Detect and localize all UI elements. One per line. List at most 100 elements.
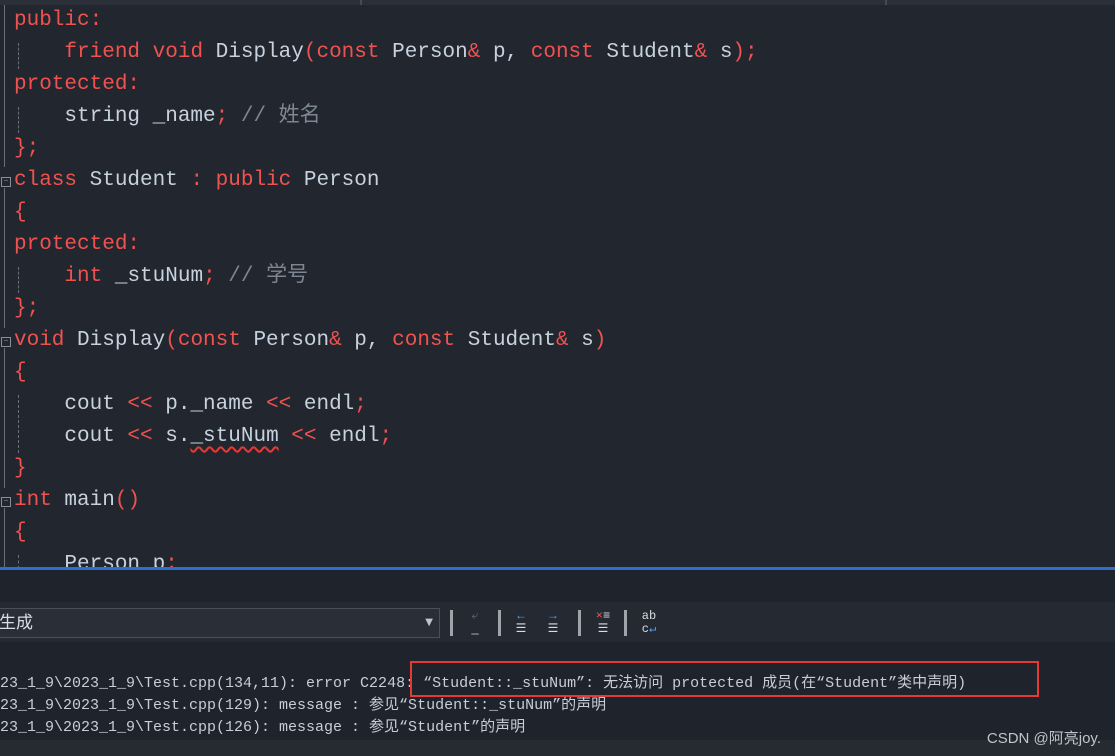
identifier-token: s. [165, 425, 191, 448]
collapse-icon[interactable]: − [1, 337, 11, 347]
fold-region-line [4, 508, 5, 567]
code-line[interactable]: }; [14, 133, 39, 165]
next-message-icon[interactable]: → ☰ [540, 610, 566, 636]
code-line[interactable]: { [14, 517, 27, 549]
toolbar-separator [498, 610, 501, 636]
keyword-token: ) [593, 329, 607, 352]
identifier-token: endl [303, 393, 355, 416]
keyword-token: class [14, 169, 90, 192]
keyword-token: << [291, 425, 330, 448]
identifier-token: endl [329, 425, 380, 448]
identifier-token: Student [606, 41, 695, 64]
keyword-token: protected: [14, 233, 141, 256]
identifier-token [279, 425, 292, 448]
identifier-token [14, 265, 64, 288]
identifier-token: Display [215, 41, 304, 64]
keyword-token: ); [732, 41, 758, 64]
chevron-down-icon: ▼ [425, 617, 433, 628]
identifier-token: s [719, 41, 733, 64]
keyword-token: const [392, 329, 468, 352]
identifier-token: p, [354, 329, 393, 352]
identifier-token: s [581, 329, 594, 352]
watermark: CSDN @阿亮joy. [986, 730, 1101, 747]
output-panel: 生成 ▼ ⤶ ▁ ← ☰ → ☰ ×≡ ☰ ab c↵ 23_1_9\2023_1_9\T… [0, 570, 1115, 756]
output-line-message[interactable]: 23_1_9\2023_1_9\Test.cpp(129): message :… [0, 695, 606, 717]
identifier-token: p._name [165, 393, 267, 416]
keyword-token: void [14, 329, 78, 352]
keyword-token: }; [14, 297, 40, 320]
keyword-token: ; [215, 105, 241, 128]
keyword-token: & [329, 329, 355, 352]
fold-region-line [4, 5, 5, 167]
identifier-token: string _name [14, 105, 216, 128]
code-line[interactable]: friend void Display(const Person& p, con… [14, 37, 758, 69]
code-line[interactable]: string _name; // 姓名 [14, 101, 320, 133]
keyword-token: ; [354, 393, 367, 416]
output-line-message[interactable]: 23_1_9\2023_1_9\Test.cpp(126): message :… [0, 717, 525, 739]
error-highlight-box [410, 661, 1039, 697]
code-line[interactable]: cout << p._name << endl; [14, 389, 367, 421]
identifier-token: Person [392, 41, 468, 64]
code-line[interactable]: protected: [14, 69, 140, 101]
keyword-token: (const [165, 329, 254, 352]
clear-all-icon[interactable]: ×≡ ☰ [590, 610, 616, 636]
keyword-token: public: [14, 9, 103, 32]
code-line[interactable]: { [14, 197, 27, 229]
keyword-token: () [114, 489, 141, 512]
keyword-token: }; [14, 137, 40, 160]
toolbar-separator [624, 610, 627, 636]
keyword-token: (const [303, 41, 393, 64]
identifier-token: _stuNum [114, 265, 204, 288]
code-line[interactable]: { [14, 357, 27, 389]
code-line[interactable]: cout << s._stuNum << endl; [14, 421, 392, 453]
code-line[interactable]: int main() [14, 485, 140, 517]
keyword-token: friend void [64, 41, 216, 64]
identifier-token: Person [303, 169, 380, 192]
toolbar-separator [578, 610, 581, 636]
identifier-token: main [64, 489, 115, 512]
identifier-token: cout [14, 393, 128, 416]
keyword-token: << [266, 393, 304, 416]
identifier-token: cout [14, 425, 128, 448]
keyword-token: : public [190, 169, 304, 192]
output-toolbar: 生成 ▼ ⤶ ▁ ← ☰ → ☰ ×≡ ☰ ab c↵ [0, 602, 1115, 642]
fold-region-line [4, 188, 5, 328]
keyword-token: { [14, 201, 27, 224]
output-source-dropdown[interactable]: 生成 ▼ [0, 608, 440, 638]
code-line[interactable]: class Student : public Person [14, 165, 380, 197]
identifier-token [14, 41, 64, 64]
collapse-icon[interactable]: − [1, 497, 11, 507]
keyword-token: << [127, 425, 166, 448]
code-line[interactable]: Person p; [14, 549, 178, 567]
code-line[interactable]: public: [14, 5, 102, 37]
go-to-source-icon[interactable]: ⤶ ▁ [462, 610, 488, 636]
code-editor[interactable]: − − − public: friend void Display(const … [0, 5, 1115, 567]
collapse-icon[interactable]: − [1, 177, 11, 187]
comment-token: // 学号 [228, 265, 309, 288]
code-line[interactable]: } [14, 453, 27, 485]
identifier-token: Student [467, 329, 556, 352]
code-line[interactable]: protected: [14, 229, 140, 261]
keyword-token: ; [165, 553, 178, 567]
keyword-token: protected: [14, 73, 141, 96]
fold-region-line [4, 348, 5, 488]
keyword-token: } [14, 457, 27, 480]
output-source-value: 生成 [0, 613, 33, 633]
identifier-token: Person p [14, 553, 166, 567]
code-line[interactable]: int _stuNum; // 学号 [14, 261, 308, 293]
code-line[interactable]: }; [14, 293, 39, 325]
keyword-token: & [467, 41, 493, 64]
keyword-token: int [14, 489, 65, 512]
keyword-token: ; [379, 425, 393, 448]
keyword-token: const [530, 41, 607, 64]
previous-message-icon[interactable]: ← ☰ [508, 610, 534, 636]
error-squiggle-token: _stuNum [190, 425, 279, 448]
identifier-token: p, [492, 41, 531, 64]
keyword-token: int [64, 265, 115, 288]
word-wrap-icon[interactable]: ab c↵ [636, 610, 662, 636]
keyword-token: { [14, 521, 27, 544]
identifier-token: Person [253, 329, 330, 352]
keyword-token: { [14, 361, 27, 384]
code-line[interactable]: void Display(const Person& p, const Stud… [14, 325, 606, 357]
keyword-token: & [555, 329, 582, 352]
